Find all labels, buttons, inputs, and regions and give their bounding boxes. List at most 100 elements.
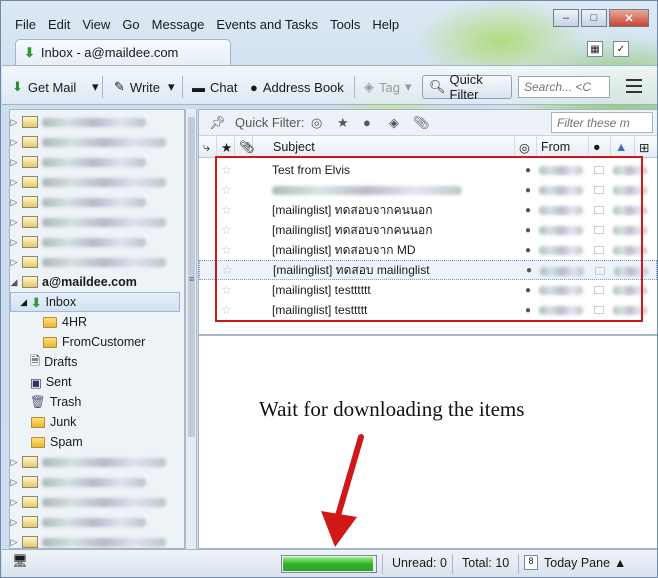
expand-icon[interactable]: ▷ xyxy=(10,197,18,208)
write-button[interactable]: ✎ Write xyxy=(110,76,164,98)
folder-inbox[interactable]: ◢ ⬇ Inbox xyxy=(10,292,180,312)
tab-inbox[interactable]: ⬇ Inbox - a@maildee.com xyxy=(15,39,231,65)
expand-icon[interactable]: ▷ xyxy=(10,237,18,248)
tasks-icon[interactable]: ✓ xyxy=(613,41,629,57)
sort-ascending-icon[interactable]: ▲ xyxy=(611,136,635,158)
message-row[interactable]: ☆ Test from Elvis ● xyxy=(199,160,657,180)
folder-drafts[interactable]: 🗎︎ Drafts xyxy=(10,352,184,372)
subject-column-header[interactable]: Subject xyxy=(253,136,515,158)
menu-tools[interactable]: Tools xyxy=(324,15,366,35)
unread-dot-icon[interactable]: ● xyxy=(525,165,531,176)
read-column-icon[interactable]: ◎ xyxy=(515,136,537,158)
star-icon[interactable]: ☆ xyxy=(221,283,232,297)
account-row[interactable]: ▷ xyxy=(10,232,184,252)
pin-icon[interactable]: 📌︎ xyxy=(209,115,226,131)
chat-button[interactable]: ▬ Chat xyxy=(188,76,241,98)
tag-button[interactable]: ◈ Tag ▾ xyxy=(360,76,416,98)
thread-column-icon[interactable]: ⤷ xyxy=(199,136,217,158)
menu-edit[interactable]: Edit xyxy=(42,15,76,35)
star-icon[interactable]: ☆ xyxy=(221,223,232,237)
expand-icon[interactable]: ▷ xyxy=(10,137,18,148)
tags-filter-icon[interactable]: ◈ xyxy=(389,115,399,131)
chevron-up-icon[interactable]: ▲ xyxy=(614,556,626,570)
folder-fromcustomer[interactable]: FromCustomer xyxy=(10,332,184,352)
folder-pane-scrollbar[interactable]: ≡ xyxy=(185,109,197,549)
account-row[interactable]: ▷ xyxy=(10,132,184,152)
search-input[interactable] xyxy=(518,76,610,98)
filter-messages-input[interactable] xyxy=(551,112,653,133)
expand-icon[interactable]: ▷ xyxy=(10,517,18,528)
junk-status-icon[interactable] xyxy=(594,166,604,174)
junk-status-icon[interactable] xyxy=(594,206,604,214)
account-row[interactable]: ▷ xyxy=(10,172,184,192)
expand-icon[interactable]: ▷ xyxy=(10,157,18,168)
menu-help[interactable]: Help xyxy=(366,15,405,35)
menu-view[interactable]: View xyxy=(76,15,116,35)
message-row[interactable]: ☆ [mailinglist] testtttt ● xyxy=(199,300,657,320)
unread-dot-icon[interactable]: ● xyxy=(525,305,531,316)
expand-icon[interactable]: ▷ xyxy=(10,457,18,468)
folder-junk[interactable]: Junk xyxy=(10,412,184,432)
junk-status-icon[interactable] xyxy=(595,267,605,275)
attachment-column-icon[interactable]: 📎︎ xyxy=(235,136,255,158)
unread-dot-icon[interactable]: ● xyxy=(525,205,531,216)
account-row[interactable]: ▷ xyxy=(10,112,184,132)
star-icon[interactable]: ☆ xyxy=(221,203,232,217)
column-picker-icon[interactable]: ⊞ xyxy=(635,136,657,158)
star-column-icon[interactable]: ★ xyxy=(217,136,235,158)
menu-message[interactable]: Message xyxy=(146,15,211,35)
junk-column-icon[interactable]: ● xyxy=(589,136,611,158)
unread-dot-icon[interactable]: ● xyxy=(525,245,531,256)
today-pane-button[interactable]: Today Pane xyxy=(544,556,610,570)
account-row[interactable]: ▷ xyxy=(10,452,184,472)
minimize-button[interactable]: – xyxy=(553,9,579,27)
star-icon[interactable]: ☆ xyxy=(221,183,232,197)
message-row[interactable]: ☆ ● xyxy=(199,180,657,200)
folder-sent[interactable]: ▣ Sent xyxy=(10,372,184,392)
expand-icon[interactable]: ▷ xyxy=(10,217,18,228)
starred-filter-icon[interactable]: ★ xyxy=(337,115,349,131)
menu-go[interactable]: Go xyxy=(116,15,145,35)
get-mail-dropdown[interactable]: ▾ xyxy=(88,76,103,98)
junk-status-icon[interactable] xyxy=(594,186,604,194)
attachment-filter-icon[interactable]: 📎︎ xyxy=(413,115,430,131)
close-button[interactable]: ✕ xyxy=(609,9,649,27)
junk-status-icon[interactable] xyxy=(594,246,604,254)
folder-trash[interactable]: 🗑︎ Trash xyxy=(10,392,184,412)
junk-status-icon[interactable] xyxy=(594,226,604,234)
unread-dot-icon[interactable]: ● xyxy=(526,265,532,276)
account-row[interactable]: ▷ xyxy=(10,532,184,548)
calendar-icon[interactable]: ▦ xyxy=(587,41,603,57)
folder-spam[interactable]: Spam xyxy=(10,432,184,452)
expand-icon[interactable]: ◢ xyxy=(11,297,27,308)
message-row[interactable]: ☆ [mailinglist] ทดสอบจาก MD ● xyxy=(199,240,657,260)
unread-filter-icon[interactable]: ◎ xyxy=(311,115,322,131)
message-row[interactable]: ☆ [mailinglist] ทดสอบจากคนนอก ● xyxy=(199,200,657,220)
address-book-button[interactable]: ● Address Book xyxy=(246,76,348,98)
account-row[interactable]: ▷ xyxy=(10,492,184,512)
star-icon[interactable]: ☆ xyxy=(221,303,232,317)
account-row[interactable]: ▷ xyxy=(10,512,184,532)
star-icon[interactable]: ☆ xyxy=(221,163,232,177)
expand-icon[interactable]: ▷ xyxy=(10,257,18,268)
message-row[interactable]: ☆ [mailinglist] testttttt ● xyxy=(199,280,657,300)
expand-icon[interactable]: ▷ xyxy=(10,497,18,508)
junk-status-icon[interactable] xyxy=(594,306,604,314)
account-row[interactable]: ▷ xyxy=(10,252,184,272)
account-row[interactable]: ▷ xyxy=(10,192,184,212)
star-icon[interactable]: ☆ xyxy=(222,263,233,277)
menu-events-and-tasks[interactable]: Events and Tasks xyxy=(210,15,324,35)
expand-icon[interactable]: ▷ xyxy=(10,117,18,128)
collapse-icon[interactable]: ◢ xyxy=(10,277,18,288)
contact-filter-icon[interactable]: ● xyxy=(363,115,371,130)
account-row[interactable]: ▷ xyxy=(10,212,184,232)
unread-dot-icon[interactable]: ● xyxy=(525,225,531,236)
junk-status-icon[interactable] xyxy=(594,286,604,294)
splitter-grip-icon[interactable]: ≡ xyxy=(189,274,194,284)
quick-filter-button[interactable]: 🔍︎ Quick Filter xyxy=(422,72,512,102)
message-row[interactable]: ☆ [mailinglist] ทดสอบ mailinglist ● xyxy=(199,260,657,280)
unread-dot-icon[interactable]: ● xyxy=(525,185,531,196)
account-row-maildee[interactable]: ◢ a@maildee.com xyxy=(10,272,184,292)
write-dropdown[interactable]: ▾ xyxy=(164,76,179,98)
folder-4hr[interactable]: 4HR xyxy=(10,312,184,332)
